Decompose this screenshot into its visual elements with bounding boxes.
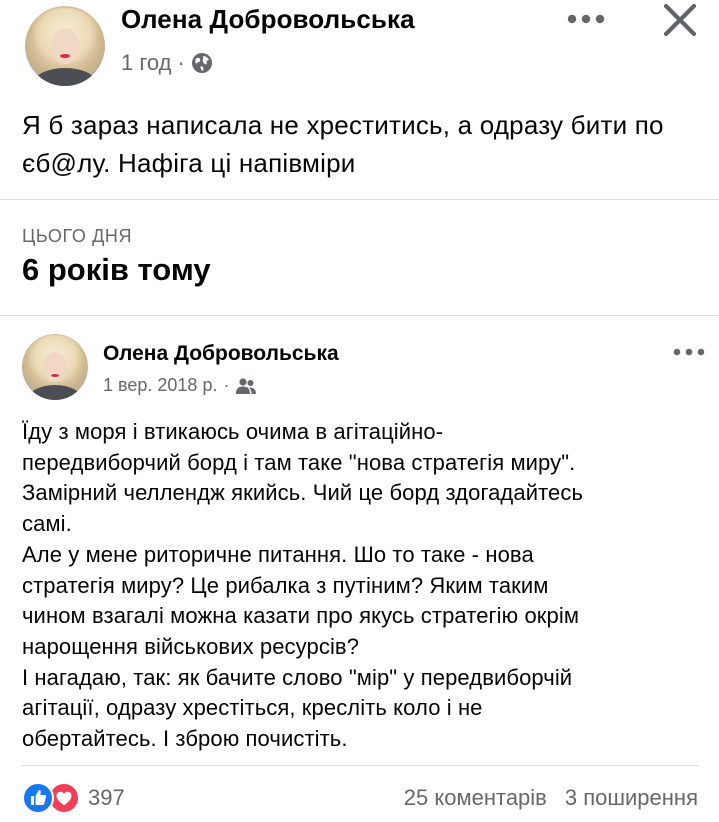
avatar-face: [43, 352, 67, 382]
memory-more-dots-icon[interactable]: [672, 347, 706, 357]
like-icon: [22, 782, 54, 814]
post-time[interactable]: 1 год: [121, 50, 171, 76]
engagement-stats: 25 коментарів 3 поширення: [404, 785, 698, 811]
divider: [22, 765, 698, 766]
memory-post-meta: 1 вер. 2018 р. ·: [103, 375, 257, 396]
divider: [0, 199, 719, 200]
memory-post-text: Їду з моря і втикаюсь очима в агітаційно…: [22, 419, 584, 752]
comments-count[interactable]: 25 коментарів: [404, 785, 547, 811]
post-text: Я б зараз написала не хреститись, а одра…: [22, 110, 664, 178]
meta-separator: ·: [223, 375, 230, 395]
avatar-face: [50, 28, 80, 64]
friends-icon: [236, 377, 257, 394]
reactions[interactable]: 397: [22, 782, 125, 814]
author-avatar[interactable]: [25, 6, 105, 86]
globe-icon: [191, 53, 212, 73]
shares-count[interactable]: 3 поширення: [565, 785, 698, 811]
memory-title: 6 років тому: [22, 252, 211, 287]
post-meta: 1 год ·: [121, 50, 213, 76]
avatar-shoulder: [33, 68, 97, 86]
avatar-lips: [51, 373, 59, 377]
close-icon[interactable]: [662, 2, 698, 38]
avatar-shoulder: [28, 385, 82, 400]
memory-author-avatar[interactable]: [22, 334, 88, 400]
avatar-lips: [60, 54, 70, 58]
memory-post-date[interactable]: 1 вер. 2018 р.: [103, 375, 217, 396]
memory-label: ЦЬОГО ДНЯ: [22, 226, 133, 246]
post-footer: 397 25 коментарів 3 поширення: [22, 780, 698, 816]
more-dots-icon[interactable]: [565, 12, 607, 26]
memory-author-name[interactable]: Олена Добровольська: [103, 342, 339, 366]
reaction-count[interactable]: 397: [88, 785, 125, 811]
divider: [0, 315, 719, 316]
author-name[interactable]: Олена Добровольська: [121, 4, 415, 35]
meta-separator: ·: [177, 50, 185, 75]
